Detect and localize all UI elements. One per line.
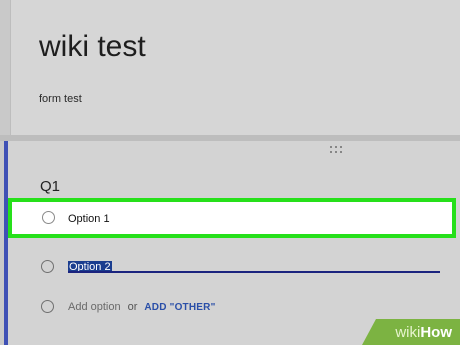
- form-description[interactable]: form test: [39, 93, 82, 105]
- add-option-line: Add option or ADD "OTHER": [68, 300, 216, 315]
- option-row-1[interactable]: Option 1: [8, 198, 456, 238]
- add-option-button[interactable]: Add option: [68, 301, 121, 313]
- question-card[interactable]: Q1 Option 1 Option 2 Add option or ADD "OT…: [4, 141, 460, 345]
- radio-circle-icon[interactable]: [41, 260, 54, 273]
- option-row-2[interactable]: Option 2: [8, 251, 460, 285]
- radio-circle-icon[interactable]: [42, 211, 55, 224]
- option-input-underline: [68, 271, 440, 273]
- option-label[interactable]: Option 1: [68, 212, 110, 226]
- drag-handle-icon[interactable]: [330, 146, 344, 154]
- form-title[interactable]: wiki test: [39, 30, 146, 64]
- radio-circle-icon: [41, 300, 54, 313]
- add-other-button[interactable]: ADD "OTHER": [144, 302, 215, 313]
- question-title[interactable]: Q1: [40, 178, 60, 195]
- wikihow-logo: wikiHow: [395, 324, 452, 341]
- or-text: or: [127, 301, 138, 313]
- form-header-card: wiki test form test: [10, 0, 460, 135]
